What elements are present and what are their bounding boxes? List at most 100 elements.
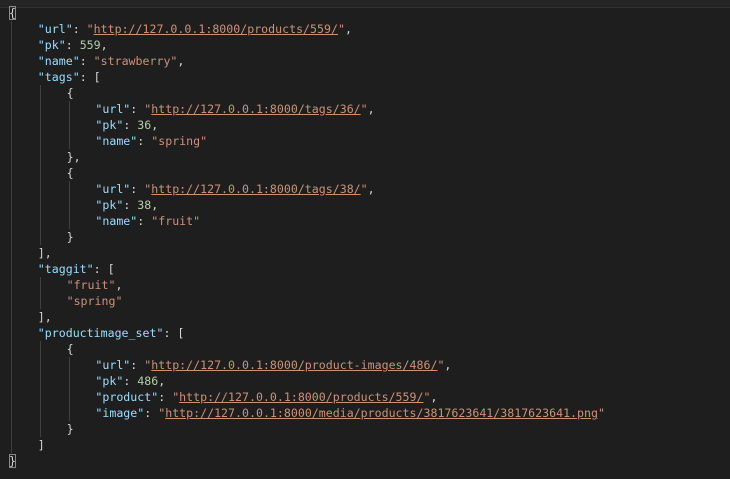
code-text: "pk": 38, [95,197,158,213]
code-token: : [130,182,145,196]
indent-guide [11,229,12,245]
url-link[interactable]: http://127.0.0.1:8000/products/559/ [179,390,423,404]
code-line[interactable]: "productimage_set": [ [0,325,730,341]
code-token: "pk" [95,118,124,132]
indent-guide [68,389,70,405]
indent-guide [11,245,12,261]
code-token: " [337,22,345,36]
code-line[interactable]: { [0,85,730,101]
code-line[interactable]: "product": "http://127.0.0.1:8000/produc… [0,389,730,405]
code-line[interactable]: ], [0,309,730,325]
code-token: } [66,422,74,436]
indent-guide [11,421,12,437]
indent-guide [39,213,41,229]
code-token: , [151,118,159,132]
code-text: "url": "http://127.0.0.1:8000/product-im… [95,357,451,373]
indent-guide [68,101,70,117]
code-token: , [115,278,123,292]
code-text: "url": "http://127.0.0.1:8000/tags/38/", [95,181,374,197]
code-line[interactable]: "name": "fruit" [0,213,730,229]
code-text: "tags": [ [38,69,101,85]
code-line[interactable]: { [0,341,730,357]
code-token: : [144,406,159,420]
code-text: { [9,5,16,21]
code-line[interactable]: } [0,421,730,437]
code-token: : [123,374,138,388]
code-line[interactable]: "spring" [0,293,730,309]
indent-guide [11,101,12,117]
code-text: ] [38,437,45,453]
code-line[interactable]: "name": "strawberry", [0,53,730,69]
code-token: ], [37,246,52,260]
indent-guide [39,85,41,101]
code-token: : [137,134,152,148]
url-link[interactable]: http://127.0.0.1:8000/media/products/381… [165,406,598,420]
code-text: } [67,229,74,245]
code-text: "url": "http://127.0.0.1:8000/tags/36/", [95,101,374,117]
code-text: ], [38,245,52,261]
code-line[interactable]: "fruit", [0,277,730,293]
indent-guide [11,21,12,37]
code-line[interactable]: "name": "spring" [0,133,730,149]
code-line[interactable]: "pk": 38, [0,197,730,213]
code-line[interactable]: } [0,453,730,469]
code-token: , [177,54,185,68]
code-line[interactable]: "pk": 486, [0,373,730,389]
code-line[interactable]: ] [0,437,730,453]
code-line[interactable]: "url": "http://127.0.0.1:8000/tags/38/", [0,181,730,197]
code-line[interactable]: { [0,5,730,21]
indent-guide [39,421,41,437]
indent-guide [39,101,41,117]
indent-guide [68,133,70,149]
code-token: "spring" [151,134,208,148]
indent-guide [68,197,70,213]
code-line[interactable]: "tags": [ [0,69,730,85]
code-line[interactable]: "pk": 36, [0,117,730,133]
code-token: "taggit" [37,262,94,276]
code-line[interactable]: "taggit": [ [0,261,730,277]
code-line[interactable]: { [0,165,730,181]
code-text: "spring" [67,293,123,309]
code-line[interactable]: "url": "http://127.0.0.1:8000/products/5… [0,21,730,37]
indent-guide [11,85,12,101]
url-link[interactable]: http://127.0.0.1:8000/tags/38/ [151,182,360,196]
code-editor[interactable]: { "url": "http://127.0.0.1:8000/products/… [0,5,730,469]
url-link[interactable]: http://127.0.0.1:8000/product-images/486… [151,358,437,372]
code-token: , [100,38,108,52]
code-line[interactable]: "url": "http://127.0.0.1:8000/tags/36/", [0,101,730,117]
code-text: "url": "http://127.0.0.1:8000/products/5… [38,21,352,37]
indent-guide [68,373,70,389]
code-token: : [130,102,145,116]
indent-guide [39,357,41,373]
code-text: "pk": 486, [95,373,165,389]
code-line[interactable]: ], [0,245,730,261]
code-text: "productimage_set": [ [38,325,185,341]
code-line[interactable]: }, [0,149,730,165]
code-line[interactable]: "url": "http://127.0.0.1:8000/product-im… [0,357,730,373]
code-token: 36 [137,118,152,132]
indent-guide [11,373,12,389]
indent-guide [11,213,12,229]
url-link[interactable]: http://127.0.0.1:8000/tags/36/ [151,102,360,116]
code-token: "name" [37,54,80,68]
code-token: : [ [79,70,101,84]
indent-guide [39,133,41,149]
code-token: "name" [95,134,138,148]
indent-guide [39,405,41,421]
code-token: " [86,22,94,36]
code-token: : [65,38,80,52]
code-token: { [66,342,74,356]
indent-guide [39,389,41,405]
code-token: "image" [95,406,145,420]
url-link[interactable]: http://127.0.0.1:8000/products/559/ [94,22,338,36]
indent-guide [39,181,41,197]
code-line[interactable]: } [0,229,730,245]
code-line[interactable]: "pk": 559, [0,37,730,53]
code-token: } [9,454,16,468]
code-text: { [67,341,74,357]
code-line[interactable]: "image": "http://127.0.0.1:8000/media/pr… [0,405,730,421]
code-text: "image": "http://127.0.0.1:8000/media/pr… [95,405,605,421]
indent-guide [11,165,12,181]
indent-guide [11,437,12,453]
code-text: }, [67,149,81,165]
